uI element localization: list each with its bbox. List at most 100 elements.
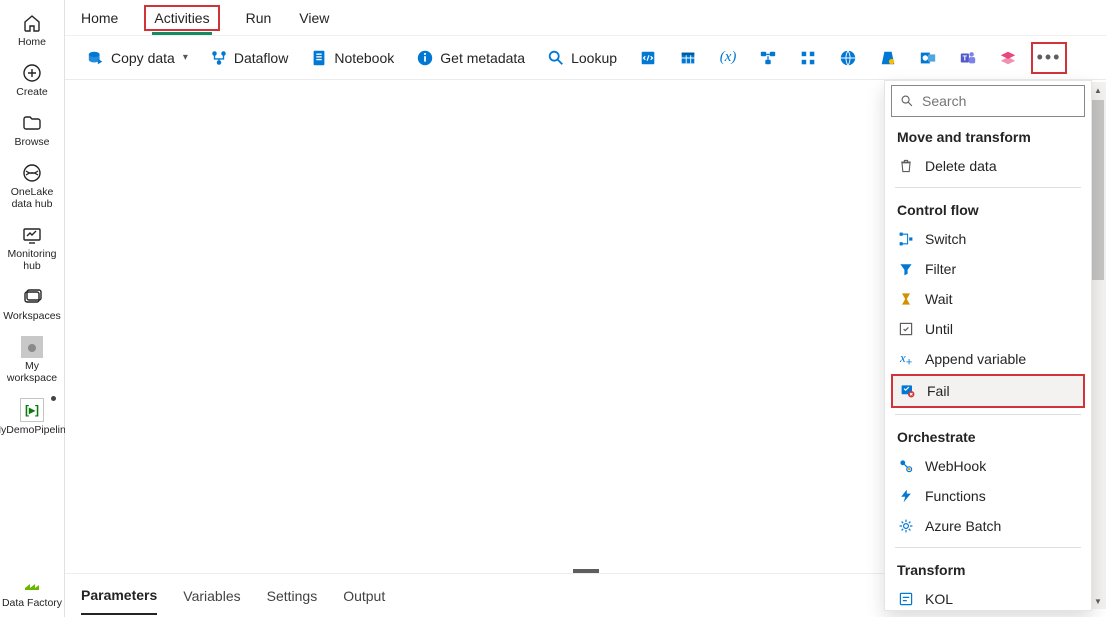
activity-functions[interactable]: Functions: [891, 481, 1085, 511]
switch-icon: [897, 230, 915, 248]
activity-kql[interactable]: KOL: [891, 584, 1085, 610]
rail-label: Monitoring hub: [0, 248, 64, 272]
activity-label: Azure Batch: [925, 518, 1001, 534]
foreach-button[interactable]: [791, 44, 825, 72]
rail-create[interactable]: Create: [0, 56, 64, 106]
activity-append-variable[interactable]: x+ Append variable: [891, 344, 1085, 374]
copy-data-icon: [87, 49, 105, 67]
btab-settings[interactable]: Settings: [267, 578, 318, 614]
lookup-button[interactable]: Lookup: [539, 44, 625, 72]
rail-monitoring[interactable]: Monitoring hub: [0, 218, 64, 280]
activities-panel: Move and transform Delete data Control f…: [884, 80, 1092, 611]
rail-data-factory[interactable]: Data Factory: [0, 567, 64, 617]
panel-resize-handle[interactable]: [573, 569, 599, 573]
btab-parameters[interactable]: Parameters: [81, 577, 157, 615]
activity-label: Until: [925, 321, 953, 337]
pipeline-icon: [▸]: [20, 398, 44, 422]
activity-delete-data[interactable]: Delete data: [891, 151, 1085, 181]
activity-wait[interactable]: Wait: [891, 284, 1085, 314]
rail-label: Home: [18, 36, 46, 48]
data-factory-icon: [21, 573, 43, 595]
webhook-icon: [897, 457, 915, 475]
monitor-icon: [21, 224, 43, 246]
tab-run[interactable]: Run: [244, 4, 274, 32]
activity-label: Delete data: [925, 158, 997, 174]
onelake-icon: [21, 162, 43, 184]
invoke-pipeline-button[interactable]: [751, 44, 785, 72]
rail-label: MyDemoPipeline: [0, 424, 72, 436]
activity-label: Wait: [925, 291, 952, 307]
functions-icon: [897, 487, 915, 505]
avatar-icon: [21, 336, 43, 358]
trash-icon: [897, 157, 915, 175]
scroll-thumb[interactable]: [1092, 100, 1104, 280]
gear-icon: [897, 517, 915, 535]
rail-label: My workspace: [0, 360, 64, 384]
rail-home[interactable]: Home: [0, 6, 64, 56]
notebook-button[interactable]: Notebook: [302, 44, 402, 72]
activity-webhook[interactable]: WebHook: [891, 451, 1085, 481]
activity-search-input[interactable]: [922, 93, 1103, 109]
activity-search[interactable]: [891, 85, 1085, 117]
activity-fail[interactable]: Fail: [891, 374, 1085, 408]
panel-scrollbar[interactable]: ▲ ▼: [1090, 82, 1106, 609]
left-nav-rail: Home Create Browse OneLake data hub Moni…: [0, 0, 65, 617]
rail-mydemopipeline[interactable]: [▸] MyDemoPipeline: [0, 392, 64, 444]
append-variable-icon: x+: [897, 350, 915, 368]
stored-proc-button[interactable]: [671, 44, 705, 72]
web-button[interactable]: [831, 44, 865, 72]
unsaved-dot-icon: [51, 396, 56, 401]
ribbon-tabs: Home Activities Run View: [65, 0, 1106, 36]
table-icon: [679, 49, 697, 67]
rail-onelake[interactable]: OneLake data hub: [0, 156, 64, 218]
activity-label: Functions: [925, 488, 986, 504]
rail-my-workspace[interactable]: My workspace: [0, 330, 64, 392]
rail-label: Create: [16, 86, 48, 98]
tab-activities[interactable]: Activities: [144, 5, 219, 31]
svg-text:T: T: [963, 53, 968, 62]
tab-home[interactable]: Home: [79, 4, 120, 32]
dataflow-button[interactable]: Dataflow: [202, 44, 296, 72]
copy-data-button[interactable]: Copy data ▾: [79, 44, 196, 72]
plus-circle-icon: [21, 62, 43, 84]
outlook-button[interactable]: [911, 44, 945, 72]
activity-switch[interactable]: Switch: [891, 224, 1085, 254]
globe-icon: [839, 49, 857, 67]
btab-variables[interactable]: Variables: [183, 578, 240, 614]
activity-filter[interactable]: Filter: [891, 254, 1085, 284]
if-icon: [879, 49, 897, 67]
fail-icon: [899, 382, 917, 400]
layers-icon: [999, 49, 1017, 67]
group-header: Orchestrate: [891, 421, 1085, 451]
home-icon: [21, 12, 43, 34]
more-activities-button[interactable]: •••: [1031, 42, 1067, 74]
rail-label: Data Factory: [2, 597, 62, 609]
activity-label: Append variable: [925, 351, 1026, 367]
activity-azure-batch[interactable]: Azure Batch: [891, 511, 1085, 541]
if-button[interactable]: [871, 44, 905, 72]
rail-workspaces[interactable]: Workspaces: [0, 280, 64, 330]
scroll-down-icon[interactable]: ▼: [1090, 593, 1106, 609]
filter-icon: [897, 260, 915, 278]
tab-view[interactable]: View: [297, 4, 331, 32]
rail-browse[interactable]: Browse: [0, 106, 64, 156]
teams-button[interactable]: T: [951, 44, 985, 72]
until-icon: [897, 320, 915, 338]
kql-icon: [897, 590, 915, 608]
rail-label: Workspaces: [3, 310, 61, 322]
activity-list: Move and transform Delete data Control f…: [885, 121, 1091, 610]
script-button[interactable]: [631, 44, 665, 72]
set-variable-button[interactable]: (x): [711, 44, 745, 72]
activity-label: WebHook: [925, 458, 986, 474]
btab-output[interactable]: Output: [343, 578, 385, 614]
lookup-label: Lookup: [571, 50, 617, 66]
search-icon: [547, 49, 565, 67]
notebook-icon: [310, 49, 328, 67]
hourglass-icon: [897, 290, 915, 308]
activity-until[interactable]: Until: [891, 314, 1085, 344]
teams-icon: T: [959, 49, 977, 67]
get-metadata-button[interactable]: Get metadata: [408, 44, 533, 72]
variable-icon: (x): [719, 49, 737, 67]
folder-icon: [21, 112, 43, 134]
semantic-model-button[interactable]: [991, 44, 1025, 72]
